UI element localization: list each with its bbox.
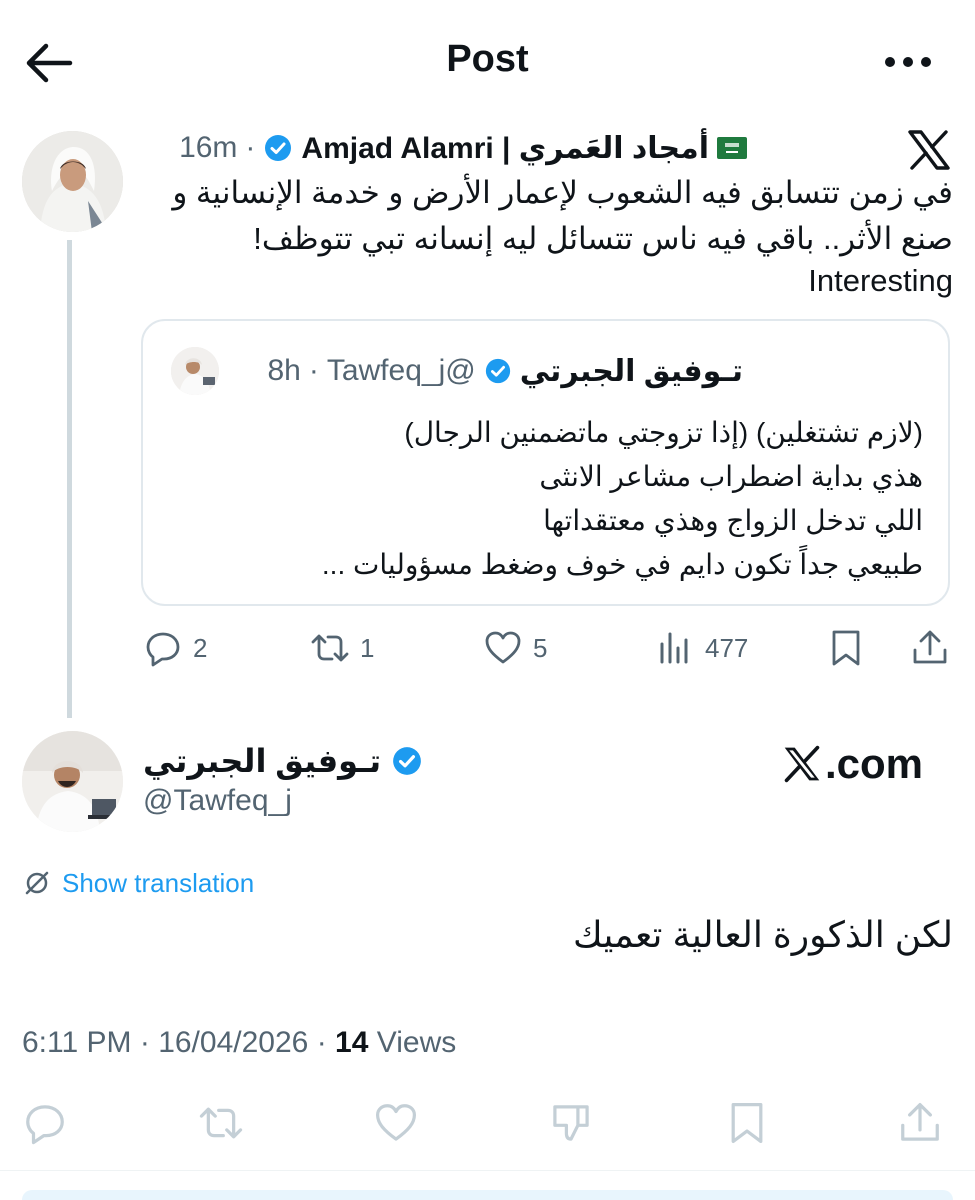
repost-icon [311,634,349,662]
reply-icon [146,632,180,667]
quote-time: 8h [267,354,301,387]
more-horizontal-icon [885,57,931,67]
divider [0,1170,975,1171]
heart-icon [375,1104,417,1141]
translate-icon [25,871,49,895]
share-button[interactable] [897,1100,943,1146]
views-count: 477 [705,632,749,663]
share-icon [901,1102,939,1141]
tweet-author-row: تـوفيق الجبرتي [143,740,423,782]
repost-icon [199,1107,243,1139]
avatar-photo [22,131,123,232]
bookmark-button[interactable] [826,628,866,668]
reply-button[interactable]: 2 [143,628,207,668]
show-translation-link[interactable]: Show translation [22,866,254,900]
repost-button[interactable] [198,1100,244,1146]
saudi-flag-icon [717,137,747,159]
more-options-button[interactable] [880,46,936,78]
quote-text-line: هذي بداية اضطراب مشاعر الانثى [539,461,923,492]
quote-text-line: طبيعي جداً تكون دايم في خوف وضغط مسؤوليا… [321,549,923,580]
views-button[interactable]: 477 [655,628,748,668]
heart-icon [485,631,521,664]
tweet-text-line: في زمن تتسابق فيه الشعوب لإعمار الأرض و … [172,175,953,210]
verified-badge-icon [263,133,293,163]
tweet-text-line: صنع الأثر.. باقي فيه ناس تتسائل ليه إنسا… [253,221,953,256]
avatar[interactable] [22,731,123,832]
tweet-meta: 6:11 PM · 16/04/2026 · 14 Views [22,1026,456,1060]
x-logo-icon [906,128,952,172]
share-button[interactable] [910,628,950,668]
avatar[interactable] [22,131,123,232]
tweet-timestamp[interactable]: 6:11 PM [22,1026,132,1059]
thread-connector-line [67,240,72,718]
like-count: 5 [533,632,548,663]
repost-count: 1 [360,632,375,663]
avatar-photo [171,347,219,395]
downvote-button[interactable] [548,1100,594,1146]
quote-author-row: تـوفيق الجبرتي @Tawfeq_j · 8h [267,351,743,391]
separator-dot: · [316,1026,327,1059]
bookmark-icon [832,630,860,666]
author-handle[interactable]: @Tawfeq_j [143,784,292,818]
tweet-time[interactable]: 16m [179,131,237,165]
author-name[interactable]: تـوفيق الجبرتي [143,742,381,780]
repost-button[interactable]: 1 [310,628,374,668]
separator-dot: · [245,131,256,164]
quote-author-name: تـوفيق الجبرتي [519,354,743,388]
show-translation-label: Show translation [62,867,255,898]
like-button[interactable]: 5 [483,628,547,668]
quote-handle: @Tawfeq_j [326,354,476,387]
reply-icon [26,1105,64,1145]
bookmark-button[interactable] [724,1100,770,1146]
separator-dot: · [308,354,319,387]
avatar-photo [22,731,123,832]
reply-count: 2 [193,632,208,663]
share-icon [913,630,947,664]
reply-button[interactable] [22,1100,68,1146]
verified-badge-icon [484,357,512,385]
verified-badge-icon [391,745,423,777]
thumbs-down-icon [553,1105,589,1141]
x-com-watermark: .com [781,740,923,788]
quote-text-line: (لازم تشتغلين) (إذا تزوجتي ماتضمنين الرج… [404,417,923,448]
quote-avatar [171,347,219,395]
separator-dot: · [139,1026,150,1059]
bookmark-icon [731,1102,763,1144]
x-logo-icon [784,745,820,783]
analytics-icon [660,632,688,664]
page-title: Post [446,38,529,80]
tweet-author-row: أمجاد العَمري | Amjad Alamri · 16m [179,128,747,168]
reply-composer-bar[interactable] [22,1190,953,1200]
views-count[interactable]: 14 [335,1026,368,1059]
views-label: Views [376,1026,457,1059]
like-button[interactable] [373,1100,419,1146]
quote-text-line: اللي تدخل الزواج وهذي معتقداتها [543,505,923,536]
author-name[interactable]: أمجاد العَمري | Amjad Alamri [301,131,709,166]
tweet-date[interactable]: 16/04/2026 [158,1026,308,1059]
tweet-text: لكن الذكورة العالية تعميك [573,914,953,955]
tweet-text-line: Interesting [808,263,953,298]
watermark-text: .com [825,740,924,787]
